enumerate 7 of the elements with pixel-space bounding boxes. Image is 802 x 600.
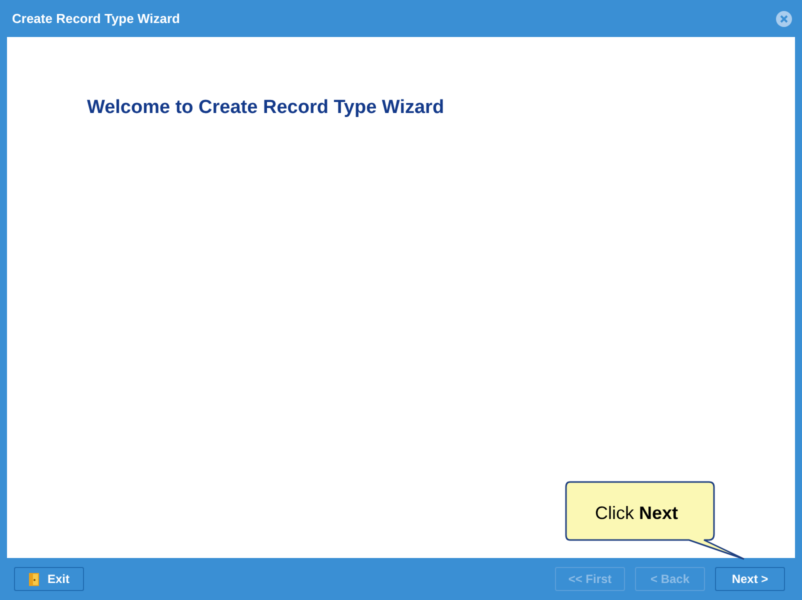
wizard-heading: Welcome to Create Record Type Wizard: [86, 96, 446, 119]
door-icon: [28, 572, 42, 586]
window-title: Create Record Type Wizard: [12, 11, 180, 26]
callout-text: Click Next: [595, 503, 678, 524]
exit-button[interactable]: Exit: [14, 567, 84, 591]
nav-button[interactable]: Next >: [715, 567, 785, 591]
close-icon[interactable]: [776, 10, 792, 26]
